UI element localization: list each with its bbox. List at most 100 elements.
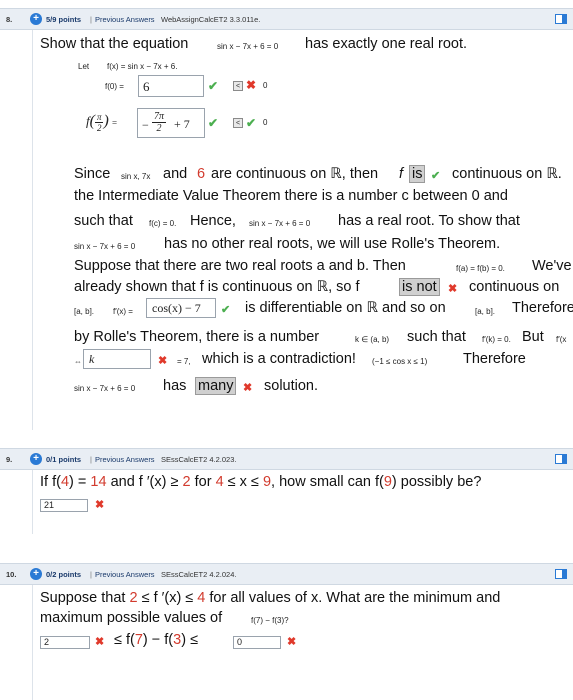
question-number: 10.	[6, 569, 17, 579]
retry-icon[interactable]: <	[233, 118, 243, 128]
line7-interval2: [a, b].	[475, 307, 496, 316]
retry-icon[interactable]: <	[233, 81, 243, 91]
line3-such: such that	[74, 213, 133, 229]
line4-rolle: has no other real roots, we will use Rol…	[164, 236, 501, 252]
header-meta: | Previous Answers	[90, 569, 155, 579]
note-icon[interactable]	[555, 14, 567, 24]
let-label: Let	[78, 62, 90, 71]
maximum-input[interactable]: 0	[233, 636, 281, 649]
points-label: 0/1 points	[46, 454, 82, 464]
let-definition: f(x) = sin x − 7x + 6.	[107, 62, 178, 71]
cross-icon: ✖	[448, 283, 458, 295]
line4-eq: sin x − 7x + 6 = 0	[74, 242, 136, 251]
expand-plus-icon[interactable]: +	[30, 13, 42, 25]
prompt-text-b: has exactly one real root.	[305, 36, 468, 52]
q10-text: Suppose that 2 ≤ f ′(x) ≤ 4 for all valu…	[40, 590, 501, 606]
f0-input[interactable]: 6	[138, 75, 204, 97]
line8-eq: k ∈ (a, b)	[355, 335, 390, 344]
line1-since: Since	[74, 166, 111, 182]
f0-label: f(0) =	[105, 82, 124, 91]
line10-eq: sin x − 7x + 6 = 0	[74, 384, 136, 393]
line9-contradiction: which is a contradiction!	[202, 351, 356, 367]
line7-diff: is differentiable on ℝ and so on	[245, 300, 446, 316]
line3-eq: f(c) = 0.	[149, 219, 177, 228]
q10-inequality: ≤ f(7) − f(3) ≤	[114, 632, 199, 648]
q10-line2: maximum possible values of	[40, 610, 223, 626]
line7-therefore: Therefore	[512, 300, 573, 316]
cross-icon: ✖	[158, 355, 168, 367]
points-label: 5/9 points	[46, 14, 82, 24]
previous-answers-link[interactable]: Previous Answers	[95, 455, 155, 464]
line7-fprime: f′(x) =	[113, 307, 133, 316]
line5-eq: f(a) = f(b) = 0.	[456, 264, 505, 273]
f-pi-input[interactable]: − 7π 2 + 7	[137, 108, 205, 138]
line8-rolle: by Rolle's Theorem, there is a number	[74, 329, 320, 345]
minimum-input[interactable]: 2	[40, 636, 90, 649]
line1-fns: sin x, 7x	[121, 172, 151, 181]
q10-line2-eq: f(7) − f(3)?	[251, 616, 289, 625]
check-icon: ✔	[208, 79, 219, 93]
source-label: SEssCalcET2 4.2.023.	[161, 454, 237, 464]
check-icon: ✔	[246, 116, 257, 130]
cross-icon: ✖	[95, 499, 105, 511]
line1-f: f	[399, 166, 404, 182]
source-label: SEssCalcET2 4.2.024.	[161, 569, 237, 579]
line3-root: has a real root. To show that	[338, 213, 520, 229]
header-meta: | Previous Answers	[90, 454, 155, 464]
line8-but: But	[522, 329, 544, 345]
line3-hence: Hence,	[190, 213, 236, 229]
source-label: WebAssignCalcET2 3.3.011e.	[161, 14, 261, 24]
check-icon: ✔	[221, 304, 231, 316]
line7-interval: [a, b].	[74, 307, 95, 316]
question-header-10: 10. + 0/2 points | Previous Answers SEssC…	[0, 563, 573, 585]
prompt-text-a: Show that the equation	[40, 36, 189, 52]
question-number: 9.	[6, 454, 13, 464]
derivative-input[interactable]: cos(x) − 7	[146, 298, 216, 318]
question-header-8: 8. + 5/9 points | Previous Answers WebAss…	[0, 8, 573, 30]
cross-icon: ✖	[243, 382, 253, 394]
note-icon[interactable]	[555, 569, 567, 579]
line9-eq: = 7,	[177, 357, 191, 366]
line2-ivt: the Intermediate Value Theorem there is …	[74, 188, 508, 204]
points-label: 0/2 points	[46, 569, 82, 579]
answer-input[interactable]: 21	[40, 499, 88, 512]
note-icon[interactable]	[555, 454, 567, 464]
previous-answers-link[interactable]: Previous Answers	[95, 570, 155, 579]
line6-end: continuous on	[469, 279, 560, 295]
line10-has: has	[163, 378, 187, 394]
q9-text: If f(4) = 14 and f ′(x) ≥ 2 for 4 ≤ x ≤ …	[40, 474, 482, 490]
header-meta: | Previous Answers	[90, 14, 155, 24]
line8-eq2: f′(k) = 0.	[482, 335, 511, 344]
f-pi-label: f(π 2) =	[86, 112, 118, 133]
line1-and: and	[163, 166, 188, 182]
line6-shown: already shown that f is continuous on ℝ,…	[74, 279, 360, 295]
line3-eq2: sin x − 7x + 6 = 0	[249, 219, 311, 228]
line5-suppose: Suppose that there are two real roots a …	[74, 258, 406, 274]
f0-score: 0	[263, 81, 268, 90]
cross-icon: ✖	[287, 636, 297, 648]
cross-icon: ✖	[246, 78, 257, 92]
solution-count-select[interactable]: many	[195, 377, 237, 395]
line1-number: 6	[197, 166, 206, 182]
line1-end: continuous on ℝ.	[452, 166, 562, 182]
continuity-select[interactable]: is	[409, 165, 426, 183]
fpi-score: 0	[263, 118, 268, 127]
expand-plus-icon[interactable]: +	[30, 568, 42, 580]
continuity-select-2[interactable]: is not	[399, 278, 440, 296]
line8-fprime: f′(x	[556, 335, 567, 344]
prompt-equation: sin x − 7x + 6 = 0	[217, 42, 279, 51]
question-number: 8.	[6, 14, 13, 24]
previous-answers-link[interactable]: Previous Answers	[95, 15, 155, 24]
check-icon: ✔	[208, 116, 219, 130]
line5-weve: We've	[532, 258, 572, 274]
k-input[interactable]: k	[83, 349, 151, 369]
question-header-9: 9. + 0/1 points | Previous Answers SEssCa…	[0, 448, 573, 470]
line9-therefore: Therefore	[463, 351, 526, 367]
line1-continuous: are continuous on ℝ, then	[211, 166, 379, 182]
line9-eq2: (−1 ≤ cos x ≤ 1)	[372, 357, 428, 366]
check-icon: ✔	[431, 170, 441, 182]
line8-such: such that	[407, 329, 466, 345]
line10-solution: solution.	[264, 378, 319, 394]
iff-arrow: ⇔	[74, 357, 82, 366]
expand-plus-icon[interactable]: +	[30, 453, 42, 465]
